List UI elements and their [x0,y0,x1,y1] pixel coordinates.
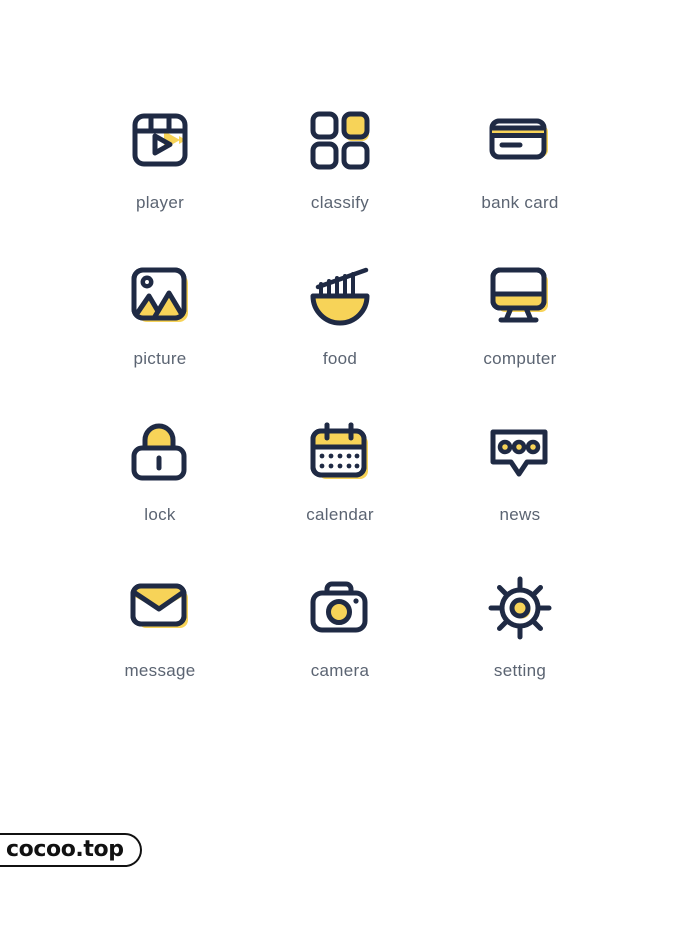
calendar-icon[interactable] [300,412,380,492]
setting-icon[interactable] [480,568,560,648]
logo-text: cocoo.top [6,837,124,862]
icon-label: camera [310,661,370,680]
computer-icon[interactable] [480,256,560,336]
icon-cell-setting[interactable]: setting [430,568,610,724]
icon-label: classify [310,193,370,212]
icon-label: message [124,661,196,680]
lock-icon[interactable] [120,412,200,492]
news-icon[interactable] [480,412,560,492]
icon-grid: player classify bank card picture food c… [70,100,610,724]
icon-cell-picture[interactable]: picture [70,256,250,412]
message-icon[interactable] [120,568,200,648]
icon-cell-lock[interactable]: lock [70,412,250,568]
icon-cell-camera[interactable]: camera [250,568,430,724]
icon-label: player [135,193,185,212]
classify-icon[interactable] [300,100,380,180]
icon-label: bank card [481,193,559,212]
icon-cell-classify[interactable]: classify [250,100,430,256]
icon-label: food [322,349,358,368]
icon-label: computer [483,349,557,368]
icon-cell-player[interactable]: player [70,100,250,256]
camera-icon[interactable] [300,568,380,648]
icon-cell-computer[interactable]: computer [430,256,610,412]
icon-label: news [499,505,541,524]
food-icon[interactable] [300,256,380,336]
icon-cell-message[interactable]: message [70,568,250,724]
icon-sheet: player classify bank card picture food c… [0,0,680,930]
footer-watermark: cocoo.top [0,832,142,868]
icon-label: calendar [306,505,374,524]
icon-cell-food[interactable]: food [250,256,430,412]
icon-cell-calendar[interactable]: calendar [250,412,430,568]
player-icon[interactable] [120,100,200,180]
icon-cell-news[interactable]: news [430,412,610,568]
picture-icon[interactable] [120,256,200,336]
icon-cell-bank-card[interactable]: bank card [430,100,610,256]
bank-card-icon[interactable] [480,100,560,180]
icon-label: setting [493,661,547,680]
logo-badge: cocoo.top [0,833,142,867]
icon-label: lock [144,505,176,524]
icon-label: picture [133,349,187,368]
